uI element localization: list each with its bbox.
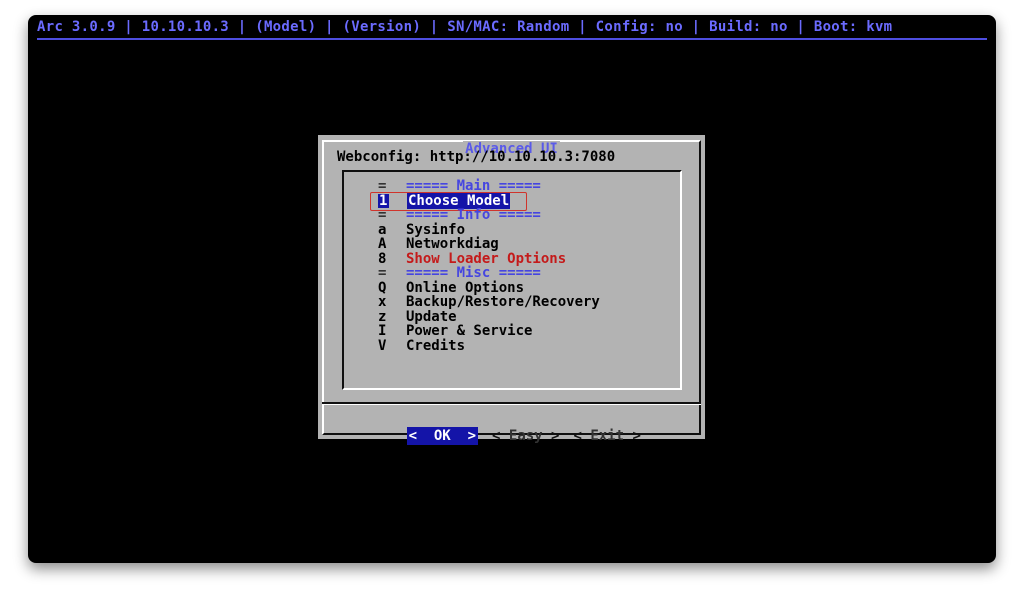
menu-list: = ===== Main ===== 1 Choose Model = ===== I…	[370, 179, 600, 354]
menu-key: I	[378, 323, 387, 339]
ok-button[interactable]: < OK >	[406, 427, 479, 445]
menu-separator-main: = ===== Main =====	[378, 179, 600, 194]
terminal-screen: Arc 3.0.9 | 10.10.10.3 | (Model) | (Vers…	[28, 15, 996, 563]
menu-item-sysinfo[interactable]: a Sysinfo	[378, 221, 600, 238]
exit-button-label: Exit	[590, 428, 625, 444]
ok-button-label: OK	[433, 428, 451, 444]
menu-key: A	[378, 236, 387, 252]
webconfig-url: Webconfig: http://10.10.10.3:7080	[337, 149, 616, 165]
menu-key: x	[378, 294, 387, 310]
status-bar: Arc 3.0.9 | 10.10.10.3 | (Model) | (Vers…	[37, 19, 893, 35]
menu-key: 1	[378, 192, 389, 209]
button-row: < OK > < Easy > < Exit >	[356, 409, 655, 463]
menu-item-choose-model[interactable]: 1 Choose Model	[370, 191, 600, 211]
button-divider-highlight	[322, 404, 701, 405]
menu-key: V	[378, 337, 387, 354]
easy-button[interactable]: < Easy >	[492, 427, 559, 445]
menu-separator-info: = ===== Info =====	[378, 208, 600, 223]
menu-key: a	[378, 221, 387, 238]
exit-button[interactable]: < Exit >	[573, 427, 640, 445]
menu-item-credits[interactable]: V Credits	[378, 337, 600, 354]
menu-separator-misc: = ===== Misc =====	[378, 266, 600, 281]
menu-item-update[interactable]: z Update	[378, 308, 600, 325]
menu-key: =	[378, 265, 387, 281]
menu-item-backup-restore-recovery[interactable]: x Backup/Restore/Recovery	[378, 295, 600, 310]
status-bar-divider	[37, 38, 987, 40]
menu-key: 8	[378, 250, 387, 267]
menu-item-power-service[interactable]: I Power & Service	[378, 324, 600, 339]
advanced-ui-dialog: Advanced UI Webconfig: http://10.10.10.3…	[318, 135, 705, 445]
menu-item-show-loader-options[interactable]: 8 Show Loader Options	[378, 250, 600, 267]
menu-box: = ===== Main ===== 1 Choose Model = ===== I…	[342, 170, 682, 390]
menu-label: Credits	[406, 337, 466, 354]
menu-item-networkdiag[interactable]: A Networkdiag	[378, 237, 600, 252]
easy-button-label: Easy	[508, 428, 543, 444]
menu-key: Q	[378, 279, 387, 296]
menu-label: ===== Main =====	[406, 178, 541, 194]
menu-item-online-options[interactable]: Q Online Options	[378, 279, 600, 296]
menu-key: z	[378, 308, 387, 325]
menu-key: =	[378, 207, 387, 223]
menu-key: =	[378, 178, 387, 194]
